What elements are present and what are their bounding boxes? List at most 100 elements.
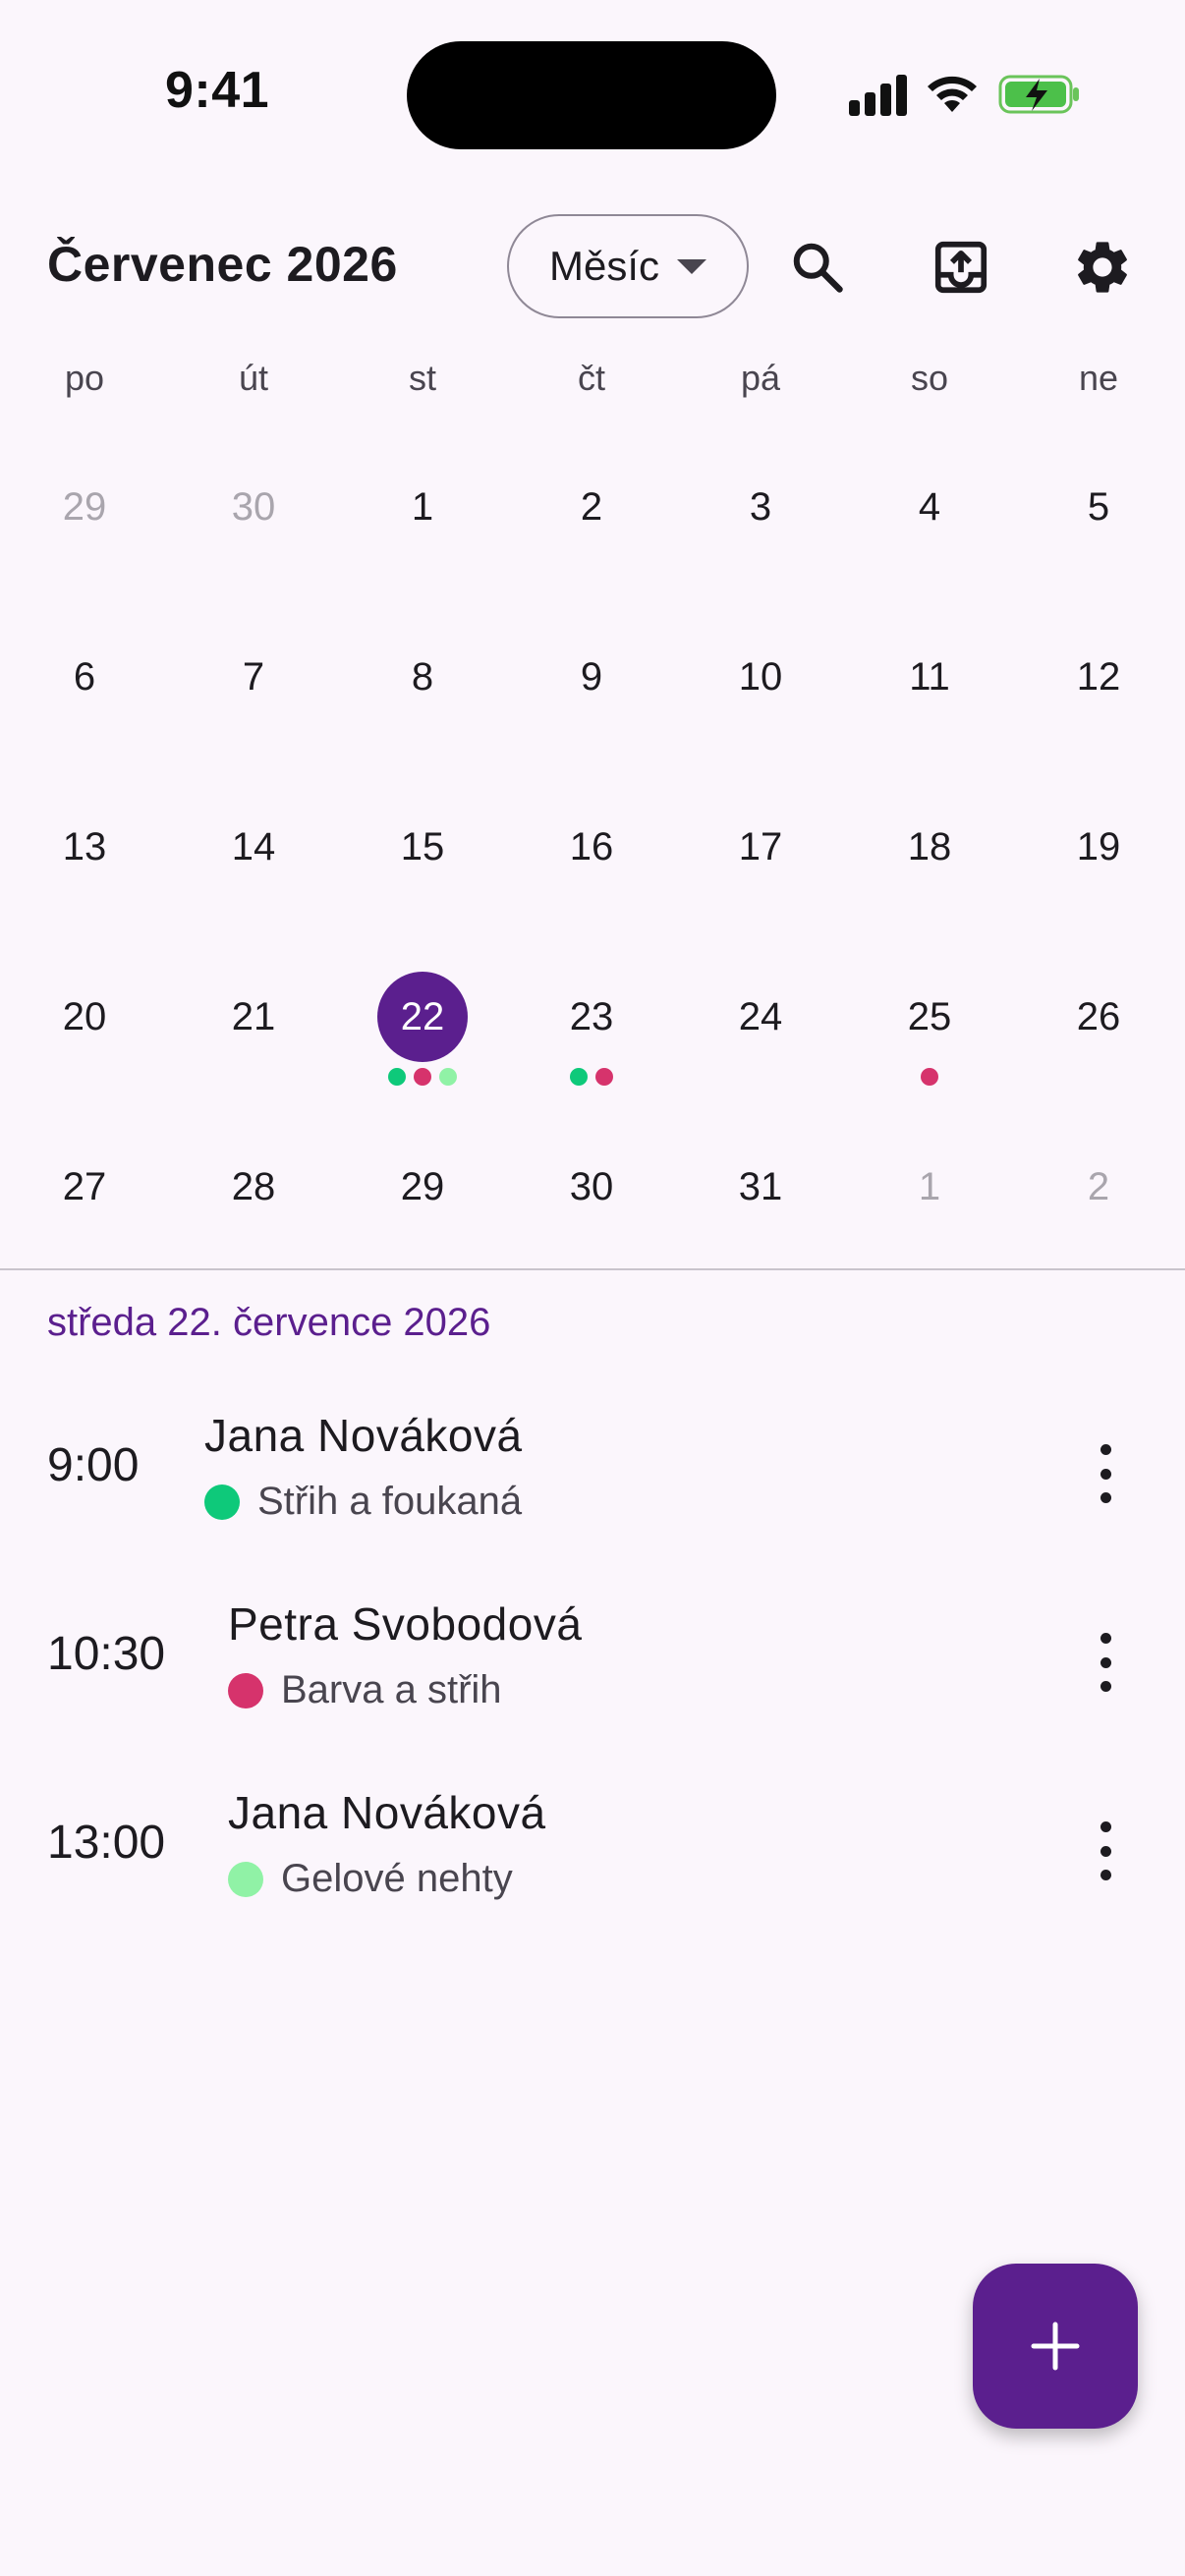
day-number: 15 <box>400 824 445 868</box>
upload-tray-icon <box>934 241 988 294</box>
plus-icon <box>1031 2322 1080 2371</box>
calendar-day[interactable]: 9 <box>507 592 676 762</box>
service-name: Barva a střih <box>281 1668 502 1711</box>
day-number: 29 <box>62 484 107 529</box>
export-button[interactable] <box>926 232 996 303</box>
day-number: 28 <box>231 1164 276 1208</box>
day-number: 2 <box>580 484 603 529</box>
appointment-time: 13:00 <box>47 1817 166 1869</box>
day-number: 10 <box>738 654 783 699</box>
more-options-button[interactable] <box>1091 1444 1120 1503</box>
day-number: 30 <box>569 1164 614 1208</box>
divider <box>0 1268 1185 1270</box>
status-time: 9:41 <box>165 62 270 119</box>
weekday-label: út <box>238 358 269 398</box>
day-number: 24 <box>738 994 783 1038</box>
calendar-day[interactable]: 27 <box>0 1102 169 1272</box>
day-number: 21 <box>231 994 276 1038</box>
day-number: 25 <box>907 994 952 1038</box>
calendar-day[interactable]: 14 <box>169 762 338 932</box>
appointment-details: Jana Nováková Střih a foukaná <box>204 1409 523 1524</box>
search-icon <box>793 243 843 293</box>
day-number: 5 <box>1087 484 1110 529</box>
month-grid: 29 30 1 2 3 4 5 6 7 8 9 10 11 12 13 14 15 16 17 18 19 20 21 22 2… <box>0 422 1185 1258</box>
day-number: 18 <box>907 824 952 868</box>
day-number: 26 <box>1076 994 1121 1038</box>
weekday-label: čt <box>577 358 605 398</box>
calendar-day[interactable]: 1 <box>338 422 507 592</box>
day-number: 3 <box>749 484 772 529</box>
day-number: 7 <box>242 654 265 699</box>
day-number: 31 <box>738 1164 783 1208</box>
calendar-day[interactable]: 18 <box>845 762 1014 932</box>
dropdown-arrow-icon <box>677 258 706 274</box>
day-number: 6 <box>73 654 96 699</box>
calendar-day[interactable]: 26 <box>1014 932 1183 1102</box>
calendar-day[interactable]: 30 <box>169 422 338 592</box>
calendar-day[interactable]: 31 <box>676 1102 845 1272</box>
more-options-button[interactable] <box>1091 1821 1120 1880</box>
calendar-day[interactable]: 10 <box>676 592 845 762</box>
day-number: 2 <box>1087 1164 1110 1208</box>
calendar-day[interactable]: 1 <box>845 1102 1014 1272</box>
calendar-day[interactable]: 16 <box>507 762 676 932</box>
calendar-day[interactable]: 2 <box>1014 1102 1183 1272</box>
add-appointment-button[interactable] <box>973 2264 1138 2429</box>
calendar-day[interactable]: 19 <box>1014 762 1183 932</box>
day-number: 4 <box>918 484 941 529</box>
calendar-day[interactable]: 17 <box>676 762 845 932</box>
client-name: Jana Nováková <box>204 1410 523 1461</box>
calendar-day[interactable]: 20 <box>0 932 169 1102</box>
calendar-day[interactable]: 3 <box>676 422 845 592</box>
event-dot <box>595 1068 613 1086</box>
appointment-item[interactable]: 9:00 Jana Nováková Střih a foukaná <box>0 1379 1185 1556</box>
calendar-day[interactable]: 12 <box>1014 592 1183 762</box>
calendar-day-selected[interactable]: 22 <box>338 932 507 1102</box>
view-mode-dropdown[interactable]: Měsíc <box>507 214 749 318</box>
calendar-day[interactable]: 29 <box>338 1102 507 1272</box>
appointment-time: 9:00 <box>47 1439 140 1491</box>
calendar-day[interactable]: 24 <box>676 932 845 1102</box>
status-bar: 9:41 <box>0 0 1185 187</box>
event-dots <box>388 1068 457 1086</box>
day-number: 19 <box>1076 824 1121 868</box>
calendar-day[interactable]: 11 <box>845 592 1014 762</box>
event-dot <box>439 1068 457 1086</box>
event-dot <box>414 1068 431 1086</box>
app-header: Červenec 2026 Měsíc <box>0 196 1185 334</box>
client-name: Jana Nováková <box>228 1787 546 1838</box>
more-options-button[interactable] <box>1091 1633 1120 1692</box>
service-row: Střih a foukaná <box>204 1480 523 1524</box>
dynamic-island <box>407 41 776 149</box>
calendar-day[interactable]: 28 <box>169 1102 338 1272</box>
battery-charging-icon <box>998 75 1079 114</box>
event-dot <box>570 1068 588 1086</box>
appointment-item[interactable]: 13:00 Jana Nováková Gelové nehty <box>0 1757 1185 1933</box>
calendar-day[interactable]: 29 <box>0 422 169 592</box>
search-button[interactable] <box>782 232 853 303</box>
service-row: Gelové nehty <box>228 1857 546 1901</box>
calendar-day[interactable]: 25 <box>845 932 1014 1102</box>
calendar-day[interactable]: 7 <box>169 592 338 762</box>
calendar-day[interactable]: 4 <box>845 422 1014 592</box>
event-dots <box>570 1068 613 1086</box>
calendar-day[interactable]: 5 <box>1014 422 1183 592</box>
calendar-day[interactable]: 13 <box>0 762 169 932</box>
day-number: 22 <box>377 972 468 1062</box>
appointment-item[interactable]: 10:30 Petra Svobodová Barva a střih <box>0 1568 1185 1745</box>
calendar-day[interactable]: 2 <box>507 422 676 592</box>
calendar-day[interactable]: 21 <box>169 932 338 1102</box>
calendar-day[interactable]: 30 <box>507 1102 676 1272</box>
calendar-day[interactable]: 15 <box>338 762 507 932</box>
day-number: 29 <box>400 1164 445 1208</box>
day-number: 13 <box>62 824 107 868</box>
settings-button[interactable] <box>1067 232 1138 303</box>
weekday-label: st <box>408 358 436 398</box>
calendar-day[interactable]: 23 <box>507 932 676 1102</box>
event-dots <box>921 1068 938 1086</box>
calendar-day[interactable]: 6 <box>0 592 169 762</box>
calendar-day[interactable]: 8 <box>338 592 507 762</box>
service-color-dot <box>228 1672 263 1708</box>
weekday-header: po út st čt pá so ne <box>0 358 1185 417</box>
day-number: 23 <box>569 994 614 1038</box>
